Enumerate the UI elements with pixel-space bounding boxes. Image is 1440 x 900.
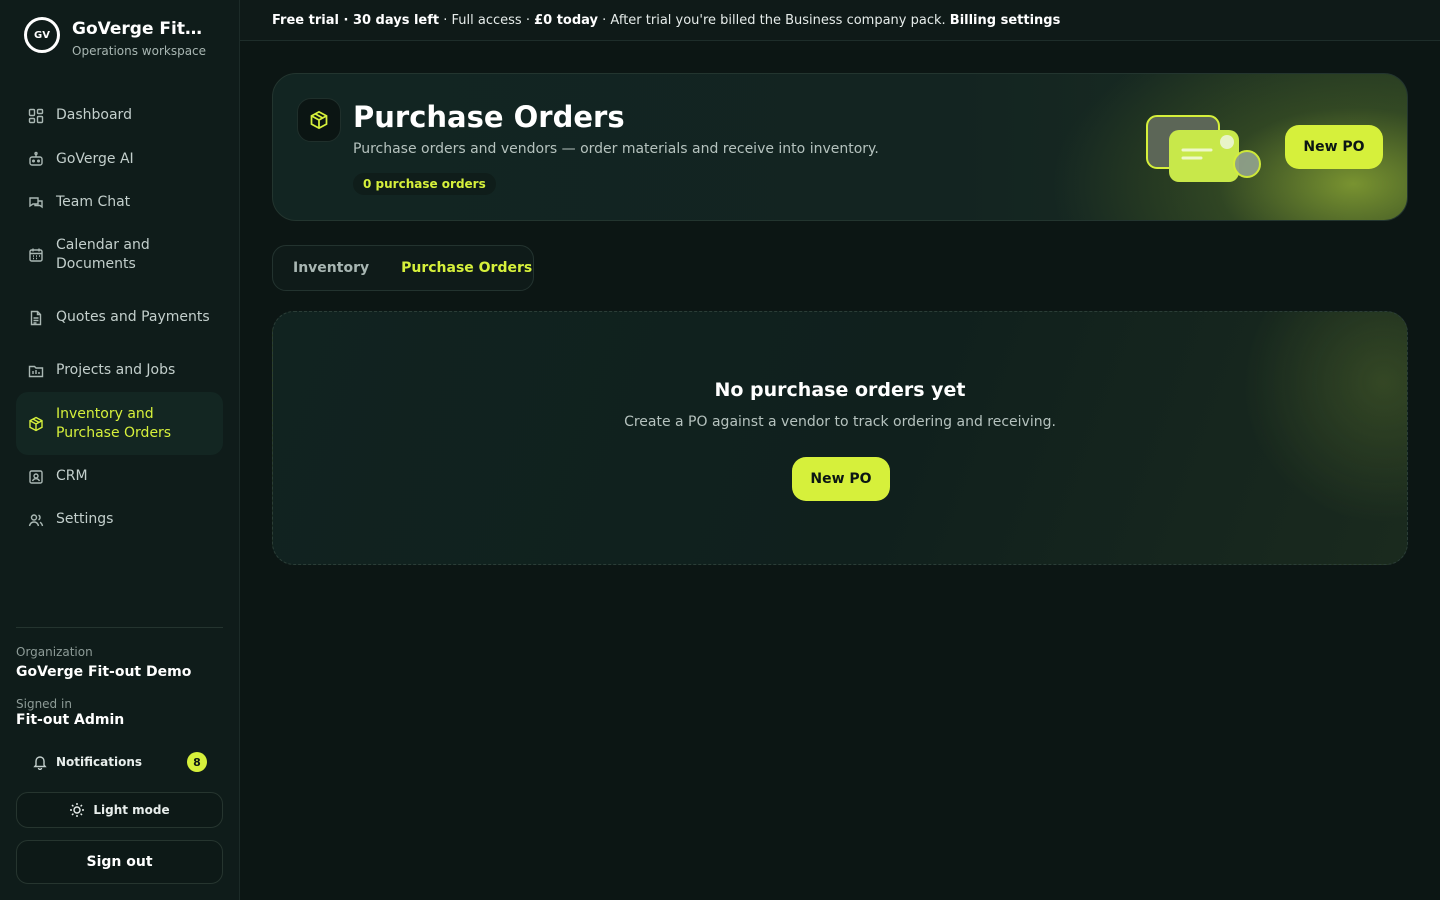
folder-icon	[28, 365, 44, 377]
page-header-card: Purchase Orders Purchase orders and vend…	[272, 73, 1408, 221]
sidebar-item-label: GoVerge AI	[56, 150, 134, 167]
sidebar-item-quotes[interactable]: Quotes and Payments	[16, 286, 223, 349]
sidebar-item-team-chat[interactable]: Team Chat	[16, 181, 223, 224]
purchase-order-count-chip: 0 purchase orders	[353, 173, 496, 195]
tab-inventory[interactable]: Inventory	[293, 260, 369, 276]
empty-state-subtitle: Create a PO against a vendor to track or…	[624, 414, 1056, 430]
sidebar-item-label: Inventory and Purchase Orders	[56, 405, 172, 441]
sidebar-item-label: Team Chat	[56, 194, 131, 210]
sidebar-item-calendar[interactable]: Calendar and Documents	[16, 224, 223, 286]
sidebar-item-dashboard[interactable]: Dashboard	[16, 94, 223, 137]
box-icon	[297, 98, 341, 142]
users-icon	[28, 513, 44, 526]
notifications-button[interactable]: Notifications 8	[16, 744, 223, 780]
trial-billing-note: · After trial you're billed the Business…	[598, 12, 950, 28]
calendar-icon	[29, 248, 43, 262]
contact-card-icon	[29, 469, 43, 484]
brand-logo: GV	[24, 17, 60, 53]
trial-days-left: 30 days left	[352, 12, 440, 28]
light-mode-label: Light mode	[93, 803, 170, 817]
empty-state: No purchase orders yet Create a PO again…	[272, 311, 1408, 565]
box-icon	[29, 416, 43, 431]
notifications-label: Notifications	[56, 755, 143, 769]
sidebar-item-label: Dashboard	[56, 107, 132, 123]
tab-bar: Inventory Purchase Orders	[272, 245, 534, 291]
trial-label: Free trial	[272, 12, 339, 28]
organization-label: Organization	[16, 645, 93, 659]
new-po-button[interactable]: New PO	[1285, 125, 1383, 169]
sidebar-item-label: Calendar and Documents	[56, 237, 150, 272]
trial-separator: ·	[338, 12, 353, 28]
signed-in-label: Signed in	[16, 697, 72, 711]
sidebar-item-label: Quotes and Payments	[56, 309, 210, 325]
bell-icon	[33, 756, 47, 770]
billing-settings-link[interactable]: Billing settings	[950, 13, 1061, 28]
sidebar-item-inventory[interactable]: Inventory and Purchase Orders	[16, 392, 223, 455]
sidebar-item-crm[interactable]: CRM	[16, 455, 223, 498]
trial-banner: Free trial · 30 days left · Full access …	[240, 0, 1440, 41]
page-subtitle: Purchase orders and vendors — order mate…	[353, 141, 879, 157]
sun-icon	[70, 803, 85, 817]
sidebar-item-label: Settings	[56, 511, 114, 527]
page-title: Purchase Orders	[353, 100, 625, 134]
trial-price: £0 today	[534, 12, 599, 28]
sidebar-divider	[16, 627, 223, 628]
sidebar-item-projects[interactable]: Projects and Jobs	[16, 349, 223, 392]
sidebar-item-settings[interactable]: Settings	[16, 498, 223, 541]
sidebar-nav: Dashboard GoVerge AI Team Chat Calendar …	[16, 94, 223, 541]
light-mode-button[interactable]: Light mode	[16, 792, 223, 828]
sign-out-button[interactable]: Sign out	[16, 840, 223, 884]
sidebar: GV GoVerge Fitout Demo Operations worksp…	[0, 0, 240, 900]
trial-access: · Full access ·	[439, 12, 535, 28]
sidebar-item-label: Projects and Jobs	[56, 362, 176, 378]
tab-purchase-orders[interactable]: Purchase Orders	[401, 260, 532, 276]
empty-new-po-button[interactable]: New PO	[792, 457, 890, 501]
chat-icon	[29, 196, 43, 208]
sidebar-item-goverge-ai[interactable]: GoVerge AI	[16, 137, 223, 181]
robot-icon	[29, 151, 43, 166]
orders-illustration-icon	[1146, 115, 1261, 182]
empty-state-title: No purchase orders yet	[714, 379, 966, 401]
signed-in-user: Fit-out Admin	[16, 712, 125, 728]
brand[interactable]: GV GoVerge Fitout Demo Operations worksp…	[24, 17, 212, 58]
document-icon	[30, 310, 42, 325]
organization-name: GoVerge Fit-out Demo	[16, 664, 192, 680]
brand-name: GoVerge Fitout Demo	[72, 19, 212, 39]
sidebar-item-label: CRM	[56, 468, 88, 484]
notifications-count-badge: 8	[187, 752, 207, 772]
dashboard-icon	[28, 108, 44, 123]
brand-subtitle: Operations workspace	[72, 44, 207, 58]
